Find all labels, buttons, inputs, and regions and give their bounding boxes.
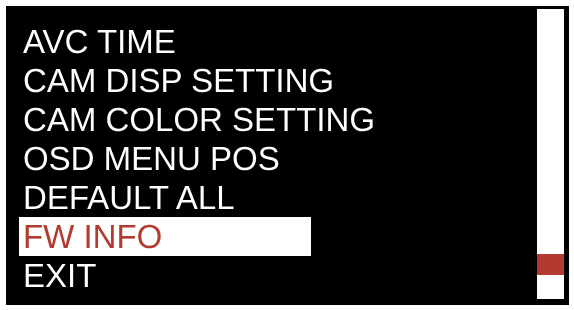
menu-item-osd-menu-pos[interactable]: OSD MENU POS [19, 139, 375, 178]
scrollbar-thumb[interactable] [537, 254, 564, 275]
scrollbar-track[interactable] [537, 9, 564, 299]
osd-menu-panel: AVC TIME CAM DISP SETTING CAM COLOR SETT… [6, 6, 569, 305]
menu-list: AVC TIME CAM DISP SETTING CAM COLOR SETT… [19, 22, 375, 295]
menu-item-exit[interactable]: EXIT [19, 256, 375, 295]
menu-item-avc-time[interactable]: AVC TIME [19, 22, 375, 61]
menu-item-fw-info[interactable]: FW INFO [19, 217, 311, 256]
menu-item-cam-color-setting[interactable]: CAM COLOR SETTING [19, 100, 375, 139]
menu-item-default-all[interactable]: DEFAULT ALL [19, 178, 375, 217]
menu-item-cam-disp-setting[interactable]: CAM DISP SETTING [19, 61, 375, 100]
